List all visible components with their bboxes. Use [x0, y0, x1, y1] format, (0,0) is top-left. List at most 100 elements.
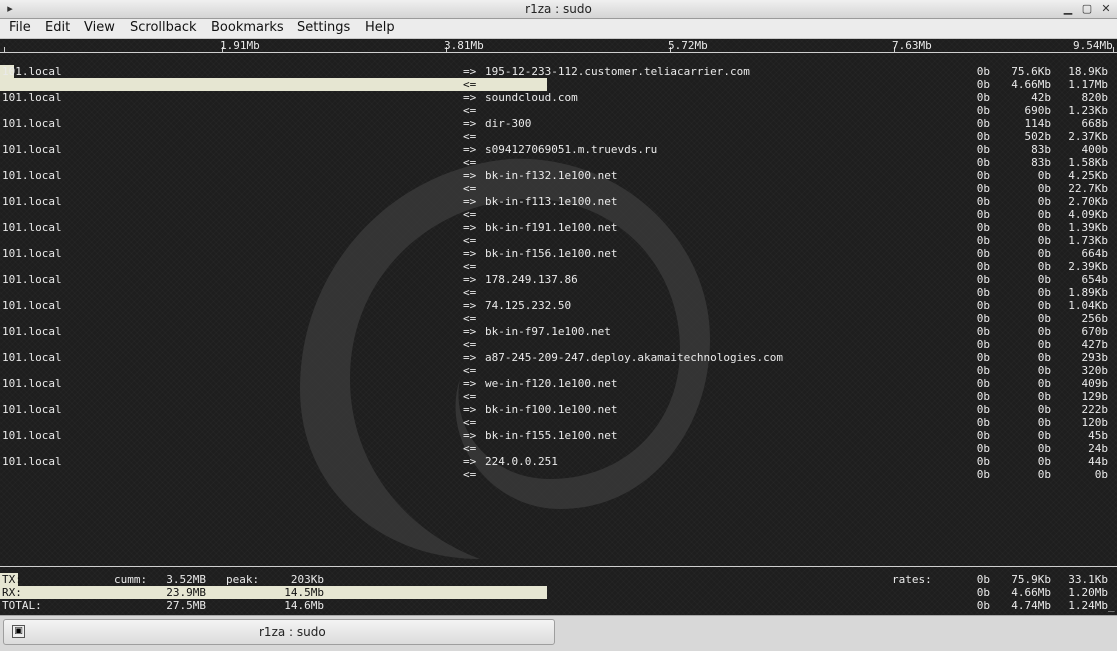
total-cumm: 27.5MB: [166, 599, 206, 612]
menu-file[interactable]: File: [9, 20, 31, 35]
flow-source: 101.local: [2, 65, 62, 78]
flow-in-rate: 1.58Kb: [1068, 156, 1108, 169]
menu-settings[interactable]: Settings: [297, 20, 350, 35]
terminal-cursor: _: [1108, 599, 1115, 612]
peak-label: peak:: [226, 573, 260, 586]
flow-out-rate: 654b: [1081, 273, 1109, 286]
flow-out-rate: 0b: [1037, 351, 1051, 364]
flow-in-rate: 22.7Kb: [1068, 182, 1108, 195]
flow-source: 101.local: [2, 299, 62, 312]
flow-arrow-in: <=: [463, 338, 477, 351]
flow-in-rate: 2.39Kb: [1068, 260, 1108, 273]
flow-destination: bk-in-f113.1e100.net: [485, 195, 618, 208]
scale-label: 1.91Mb: [220, 39, 260, 52]
maximize-icon[interactable]: ▢: [1080, 2, 1094, 16]
flow-out-rate: 1.04Kb: [1068, 299, 1108, 312]
flow-out-rate: 0b: [976, 273, 990, 286]
flow-in-rate: 502b: [1024, 130, 1052, 143]
flow-out-rate: 0b: [976, 247, 990, 260]
scale-tick: [4, 47, 5, 53]
rx-label: RX:: [2, 586, 22, 599]
close-icon[interactable]: ✕: [1099, 2, 1113, 16]
flow-arrow-in: <=: [463, 104, 477, 117]
flow-out-rate: 18.9Kb: [1068, 65, 1108, 78]
flow-source: 101.local: [2, 325, 62, 338]
tx-rate-40s: 33.1Kb: [1068, 573, 1108, 586]
flow-destination: bk-in-f156.1e100.net: [485, 247, 618, 260]
flow-source: 101.local: [2, 247, 62, 260]
flow-in-rate: 320b: [1081, 364, 1109, 377]
flow-in-rate: 0b: [976, 260, 990, 273]
flow-arrow-out: =>: [463, 325, 477, 338]
tx-cumm: 3.52MB: [166, 573, 206, 586]
flow-arrow-out: =>: [463, 91, 477, 104]
flow-arrow-out: =>: [463, 377, 477, 390]
menu-bookmarks[interactable]: Bookmarks: [211, 20, 284, 35]
flow-arrow-in: <=: [463, 286, 477, 299]
flow-arrow-in: <=: [463, 364, 477, 377]
flow-out-rate: 670b: [1081, 325, 1109, 338]
terminal-icon: ▣: [12, 625, 25, 638]
flow-arrow-out: =>: [463, 65, 477, 78]
flow-in-rate: 0b: [976, 182, 990, 195]
flow-out-rate: 0b: [976, 143, 990, 156]
flow-in-rate: 1.23Kb: [1068, 104, 1108, 117]
taskbar-window-label: r1za : sudo: [259, 625, 326, 639]
flow-destination: bk-in-f191.1e100.net: [485, 221, 618, 234]
flow-destination: 195-12-233-112.customer.teliacarrier.com: [485, 65, 750, 78]
flow-in-rate: 0b: [1037, 390, 1051, 403]
rx-cumm: 23.9MB: [166, 586, 206, 599]
rx-rate-40s: 1.20Mb: [1068, 586, 1108, 599]
flow-in-rate: 0b: [1037, 182, 1051, 195]
flow-out-rate: 0b: [976, 169, 990, 182]
menu-scrollback[interactable]: Scrollback: [130, 20, 197, 35]
flow-in-rate: 0b: [1037, 260, 1051, 273]
total-rate-2s: 0b: [976, 599, 990, 612]
flow-in-rate: 0b: [1037, 442, 1051, 455]
flow-arrow-out: =>: [463, 403, 477, 416]
flow-destination: bk-in-f132.1e100.net: [485, 169, 618, 182]
flow-out-rate: 0b: [1037, 429, 1051, 442]
flow-in-rate: 427b: [1081, 338, 1109, 351]
flow-arrow-out: =>: [463, 455, 477, 468]
flow-in-rate: 1.17Mb: [1068, 78, 1108, 91]
flow-arrow-out: =>: [463, 351, 477, 364]
menu-help[interactable]: Help: [365, 20, 395, 35]
flow-in-rate: 2.37Kb: [1068, 130, 1108, 143]
flow-out-rate: 0b: [1037, 195, 1051, 208]
flow-source: 101.local: [2, 91, 62, 104]
flow-source: 101.local: [2, 351, 62, 364]
flow-in-rate: 0b: [1037, 286, 1051, 299]
flow-in-rate: 256b: [1081, 312, 1109, 325]
taskbar-window-button[interactable]: ▣ r1za : sudo: [3, 619, 555, 645]
flow-out-rate: 0b: [1037, 403, 1051, 416]
menu-view[interactable]: View: [84, 20, 115, 35]
flow-in-rate: 0b: [976, 286, 990, 299]
minimize-icon[interactable]: ▁: [1061, 2, 1075, 16]
flow-in-rate: 690b: [1024, 104, 1052, 117]
flow-out-rate: 0b: [976, 299, 990, 312]
flow-destination: bk-in-f155.1e100.net: [485, 429, 618, 442]
total-peak: 14.6Mb: [284, 599, 324, 612]
flow-source: 101.local: [2, 195, 62, 208]
flow-in-rate: 0b: [976, 312, 990, 325]
menu-edit[interactable]: Edit: [45, 20, 70, 35]
flow-destination: a87-245-209-247.deploy.akamaitechnologie…: [485, 351, 784, 364]
flow-arrow-in: <=: [463, 156, 477, 169]
flow-in-rate: 0b: [1037, 338, 1051, 351]
flow-out-rate: 45b: [1088, 429, 1108, 442]
flow-out-rate: 75.6Kb: [1011, 65, 1051, 78]
flow-source: 101.local: [2, 221, 62, 234]
flow-out-rate: 0b: [1037, 169, 1051, 182]
flow-source: 101.local: [2, 403, 62, 416]
flow-in-rate: 0b: [1037, 416, 1051, 429]
scale-baseline: [0, 52, 1117, 53]
flow-out-rate: 293b: [1081, 351, 1109, 364]
terminal-area[interactable]: 1.91Mb 3.81Mb 5.72Mb 7.63Mb 9.54Mb 101.l…: [0, 39, 1117, 615]
flow-arrow-out: =>: [463, 169, 477, 182]
flow-in-rate: 0b: [976, 104, 990, 117]
flow-destination: 74.125.232.50: [485, 299, 572, 312]
flow-out-rate: 0b: [976, 455, 990, 468]
flow-in-rate: 0b: [976, 130, 990, 143]
flow-arrow-out: =>: [463, 429, 477, 442]
